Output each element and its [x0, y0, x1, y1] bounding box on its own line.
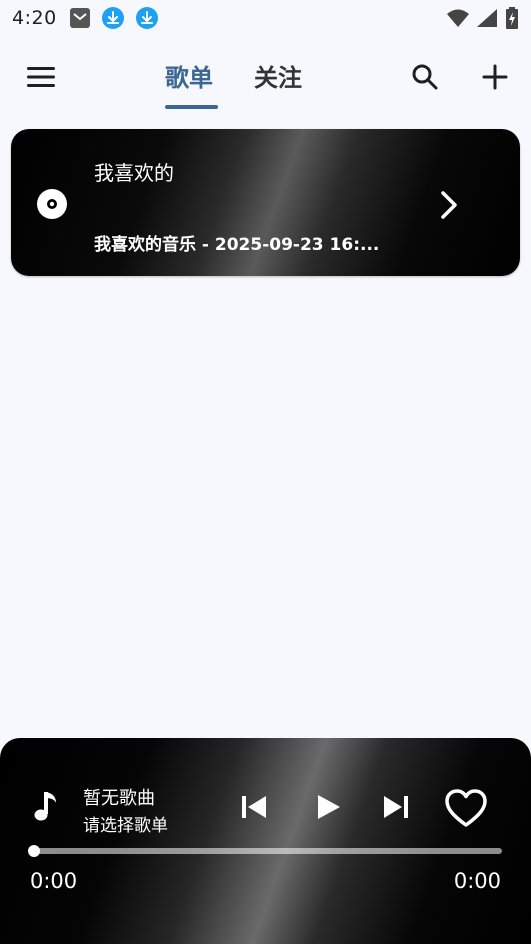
menu-button[interactable]	[24, 60, 58, 94]
playlist-card[interactable]: 我喜欢的 我喜欢的音乐 - 2025-09-23 16:...	[11, 129, 520, 276]
playlist-subtitle: 我喜欢的音乐 - 2025-09-23 16:...	[94, 235, 380, 255]
tab-playlist[interactable]: 歌单	[165, 58, 213, 93]
skip-previous-button[interactable]	[240, 793, 268, 821]
play-button[interactable]	[314, 793, 342, 821]
chevron-right-icon	[441, 191, 457, 219]
status-time: 4:20	[12, 7, 57, 29]
wifi-icon	[447, 9, 469, 27]
disc-icon	[37, 189, 67, 219]
total-time: 0:00	[453, 869, 501, 893]
battery-icon	[505, 7, 519, 29]
song-subtitle: 请选择歌单	[83, 816, 168, 836]
elapsed-time: 0:00	[30, 869, 78, 893]
tab-follow[interactable]: 关注	[254, 58, 302, 93]
progress-thumb[interactable]	[28, 845, 40, 857]
heart-button[interactable]	[444, 788, 488, 828]
download-icon	[135, 6, 159, 30]
music-note-icon	[34, 792, 56, 821]
app-screen: 4:20 歌单 关注 我喜欢的 我喜欢的音乐 - 2025-09-23 16:.…	[0, 0, 531, 944]
skip-next-button[interactable]	[382, 793, 410, 821]
plus-icon	[482, 64, 508, 90]
add-button[interactable]	[478, 60, 512, 94]
mail-icon	[69, 7, 91, 29]
active-tab-indicator	[165, 105, 218, 109]
playlist-name: 我喜欢的	[94, 161, 174, 185]
song-title: 暂无歌曲	[83, 788, 155, 809]
status-bar: 4:20	[0, 0, 531, 36]
notification-icons	[69, 6, 159, 30]
mini-player: 暂无歌曲 请选择歌单 0:00 0:00	[0, 738, 531, 944]
progress-bar[interactable]	[33, 848, 502, 854]
search-button[interactable]	[408, 60, 442, 94]
hamburger-menu-icon	[27, 67, 55, 87]
system-icons	[447, 7, 519, 29]
download-icon	[101, 6, 125, 30]
search-icon	[412, 64, 438, 90]
app-bar: 歌单 关注	[0, 42, 531, 112]
signal-icon	[477, 9, 497, 27]
